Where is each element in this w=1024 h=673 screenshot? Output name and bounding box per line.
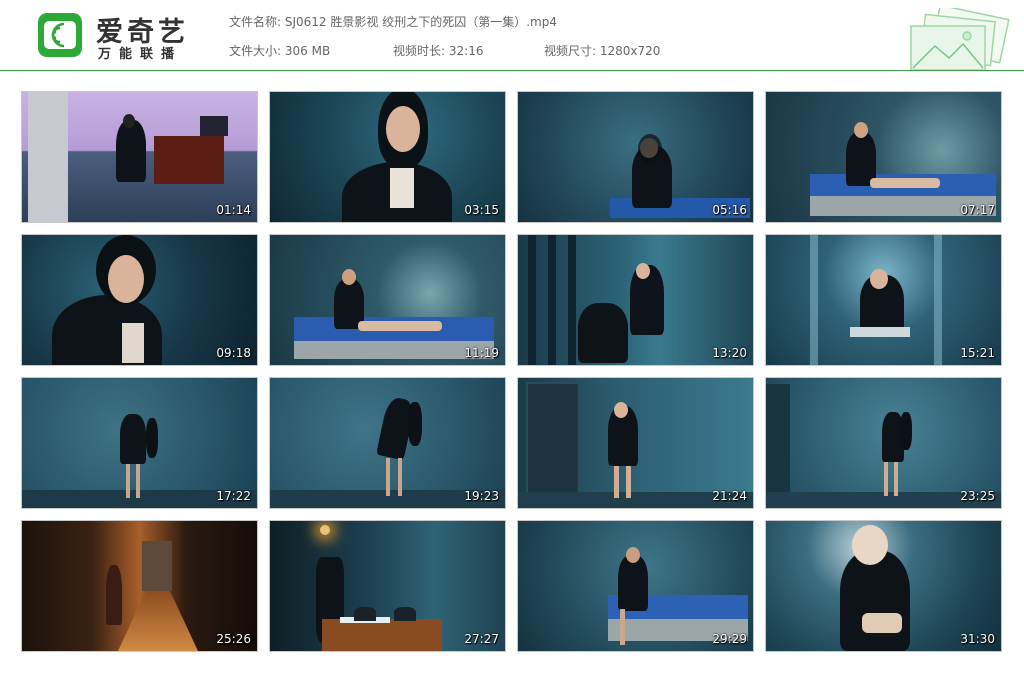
timestamp: 15:21 xyxy=(960,346,995,360)
duration-row: 视频时长: 32:16 xyxy=(393,42,483,59)
thumbnail[interactable]: 31:30 xyxy=(765,520,1002,652)
timestamp: 19:23 xyxy=(464,489,499,503)
thumbnail[interactable]: 01:14 xyxy=(21,91,258,223)
size-value: 306 MB xyxy=(284,44,331,58)
thumbnail[interactable]: 09:18 xyxy=(21,234,258,366)
iqiyi-logo-icon xyxy=(38,13,82,57)
filename-row: 文件名称: SJ0612 胜景影视 绞刑之下的死囚（第一集）.mp4 xyxy=(229,13,557,30)
size-row: 文件大小: 306 MB xyxy=(229,42,330,59)
dimension-label: 视频尺寸: xyxy=(544,44,597,58)
thumbnail[interactable]: 05:16 xyxy=(517,91,754,223)
timestamp: 07:17 xyxy=(960,203,995,217)
thumbnail[interactable]: 21:24 xyxy=(517,377,754,509)
timestamp: 13:20 xyxy=(712,346,747,360)
duration-label: 视频时长: xyxy=(393,44,446,58)
dimension-row: 视频尺寸: 1280x720 xyxy=(544,42,660,59)
thumbnail[interactable]: 19:23 xyxy=(269,377,506,509)
thumbnail[interactable]: 17:22 xyxy=(21,377,258,509)
timestamp: 09:18 xyxy=(216,346,251,360)
timestamp: 23:25 xyxy=(960,489,995,503)
timestamp: 25:26 xyxy=(216,632,251,646)
header: 爱奇艺 万能联播 文件名称: SJ0612 胜景影视 绞刑之下的死囚（第一集）.… xyxy=(0,0,1024,71)
timestamp: 31:30 xyxy=(960,632,995,646)
thumbnail[interactable]: 11:19 xyxy=(269,234,506,366)
timestamp: 05:16 xyxy=(712,203,747,217)
filename-value: SJ0612 胜景影视 绞刑之下的死囚（第一集）.mp4 xyxy=(284,15,557,29)
size-label: 文件大小: xyxy=(229,44,282,58)
timestamp: 11:19 xyxy=(464,346,499,360)
timestamp: 03:15 xyxy=(464,203,499,217)
timestamp: 29:29 xyxy=(712,632,747,646)
timestamp: 01:14 xyxy=(216,203,251,217)
thumbnail[interactable]: 15:21 xyxy=(765,234,1002,366)
timestamp: 27:27 xyxy=(464,632,499,646)
duration-value: 32:16 xyxy=(448,44,484,58)
thumbnail[interactable]: 13:20 xyxy=(517,234,754,366)
thumbnail[interactable]: 27:27 xyxy=(269,520,506,652)
thumbnail[interactable]: 23:25 xyxy=(765,377,1002,509)
dimension-value: 1280x720 xyxy=(599,44,661,58)
timestamp: 21:24 xyxy=(712,489,747,503)
thumbnail-grid: 01:14 03:15 05:16 07:17 09:18 11:19 13:2… xyxy=(21,91,1002,652)
thumbnail[interactable]: 03:15 xyxy=(269,91,506,223)
thumbnail[interactable]: 25:26 xyxy=(21,520,258,652)
filename-label: 文件名称: xyxy=(229,15,282,29)
app-subtitle: 万能联播 xyxy=(98,47,183,62)
thumbnail[interactable]: 29:29 xyxy=(517,520,754,652)
timestamp: 17:22 xyxy=(216,489,251,503)
thumbnail[interactable]: 07:17 xyxy=(765,91,1002,223)
photo-stack-icon xyxy=(910,8,1010,70)
